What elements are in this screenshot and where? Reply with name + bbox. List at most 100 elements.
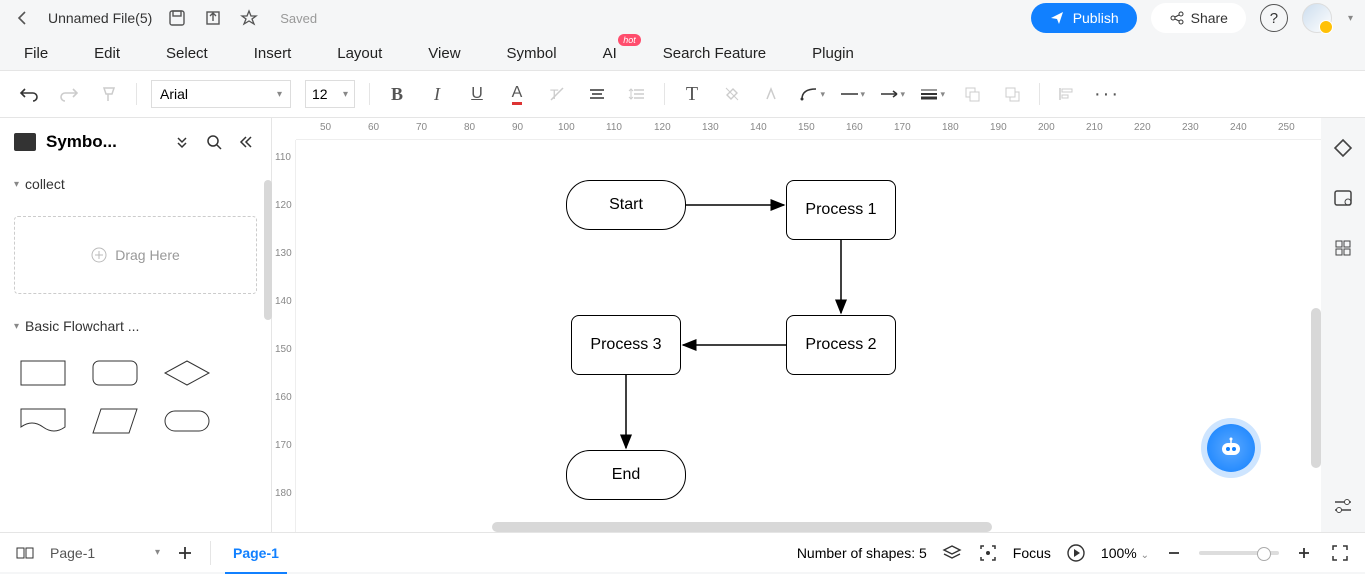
fullscreen-icon[interactable]: [1329, 542, 1351, 564]
shape-end[interactable]: End: [566, 450, 686, 500]
plus-icon: [91, 247, 107, 263]
redo-button[interactable]: [56, 81, 82, 107]
assistant-button[interactable]: [1207, 424, 1255, 472]
shape-start[interactable]: Start: [566, 180, 686, 230]
basic-flowchart-section[interactable]: Basic Flowchart ...: [14, 318, 257, 334]
menu-search-feature[interactable]: Search Feature: [663, 45, 766, 62]
vertical-ruler: 110120130140150160170180: [272, 140, 296, 532]
menu-select[interactable]: Select: [166, 45, 208, 62]
left-panel: Symbo... collect Drag Here Basic Flowcha…: [0, 118, 272, 532]
properties-panel-icon[interactable]: [1331, 186, 1355, 210]
highlight-button[interactable]: [759, 81, 785, 107]
save-icon[interactable]: [166, 7, 188, 29]
hot-badge: hot: [618, 34, 641, 46]
avatar[interactable]: [1302, 3, 1332, 33]
zoom-in-button[interactable]: [1293, 542, 1315, 564]
grid-panel-icon[interactable]: [1331, 236, 1355, 260]
add-page-button[interactable]: [174, 542, 196, 564]
back-icon[interactable]: [12, 7, 34, 29]
font-select[interactable]: Arial▾: [151, 80, 291, 108]
shape-rounded-rect[interactable]: [86, 356, 144, 390]
pages-panel-icon[interactable]: [14, 542, 36, 564]
more-options-button[interactable]: ···: [1094, 83, 1120, 106]
page-select[interactable]: Page-1▾: [50, 545, 160, 561]
align-button[interactable]: [584, 81, 610, 107]
align-objects-button[interactable]: [1054, 81, 1080, 107]
publish-icon: [1049, 10, 1065, 26]
fill-button[interactable]: [719, 81, 745, 107]
underline-button[interactable]: U: [464, 81, 490, 107]
share-button[interactable]: Share: [1151, 3, 1246, 33]
horizontal-scrollbar[interactable]: [492, 522, 992, 532]
shape-terminator[interactable]: [158, 404, 216, 438]
line-spacing-button[interactable]: [624, 81, 650, 107]
zoom-out-button[interactable]: [1163, 542, 1185, 564]
menu-insert[interactable]: Insert: [254, 45, 292, 62]
connector-button[interactable]: ▾: [799, 81, 825, 107]
line-weight-button[interactable]: ▾: [919, 81, 945, 107]
format-painter-button[interactable]: [96, 81, 122, 107]
filename[interactable]: Unnamed File(5): [48, 10, 152, 26]
share-icon: [1169, 10, 1185, 26]
italic-button[interactable]: I: [424, 81, 450, 107]
menu-plugin[interactable]: Plugin: [812, 45, 854, 62]
shape-process2[interactable]: Process 2: [786, 315, 896, 375]
undo-button[interactable]: [16, 81, 42, 107]
bring-front-button[interactable]: [999, 81, 1025, 107]
font-size-select[interactable]: 12▾: [305, 80, 355, 108]
divider: [136, 83, 137, 105]
title-bar: Unnamed File(5) Saved Publish Share ? ▾: [0, 0, 1365, 36]
shape-count: Number of shapes: 5: [797, 545, 927, 561]
search-icon[interactable]: [203, 131, 225, 153]
menu-edit[interactable]: Edit: [94, 45, 120, 62]
drag-here-zone[interactable]: Drag Here: [14, 216, 257, 294]
shape-diamond[interactable]: [158, 356, 216, 390]
expand-down-icon[interactable]: [171, 131, 193, 153]
menu-symbol[interactable]: Symbol: [507, 45, 557, 62]
menu-bar: File Edit Select Insert Layout View Symb…: [0, 36, 1365, 70]
publish-button[interactable]: Publish: [1031, 3, 1137, 33]
star-icon[interactable]: [238, 7, 260, 29]
export-icon[interactable]: [202, 7, 224, 29]
layers-icon[interactable]: [941, 542, 963, 564]
share-label: Share: [1191, 10, 1228, 26]
menu-view[interactable]: View: [428, 45, 460, 62]
right-toolbar: [1321, 118, 1365, 532]
focus-label[interactable]: Focus: [1013, 545, 1051, 561]
canvas[interactable]: Start Process 1 Process 2 Process 3 End: [296, 140, 1321, 532]
collect-section[interactable]: collect: [14, 176, 257, 192]
zoom-level[interactable]: 100% ⌄: [1101, 545, 1149, 561]
menu-ai[interactable]: AIhot: [603, 45, 617, 62]
focus-icon[interactable]: [977, 542, 999, 564]
left-scrollbar[interactable]: [264, 180, 272, 320]
clear-format-button[interactable]: T: [544, 81, 570, 107]
collapse-panel-icon[interactable]: [235, 131, 257, 153]
send-back-button[interactable]: [959, 81, 985, 107]
help-button[interactable]: ?: [1260, 4, 1288, 32]
settings-panel-icon[interactable]: [1331, 494, 1355, 518]
status-bar: Page-1▾ Page-1 Number of shapes: 5 Focus…: [0, 532, 1365, 572]
zoom-slider[interactable]: [1199, 551, 1279, 555]
divider: [664, 83, 665, 105]
shape-process3[interactable]: Process 3: [571, 315, 681, 375]
shape-process1[interactable]: Process 1: [786, 180, 896, 240]
text-tool-button[interactable]: T: [679, 81, 705, 107]
arrow-style-button[interactable]: ▾: [879, 81, 905, 107]
shape-parallelogram[interactable]: [86, 404, 144, 438]
menu-file[interactable]: File: [24, 45, 48, 62]
avatar-caret-icon[interactable]: ▾: [1348, 13, 1353, 24]
style-panel-icon[interactable]: [1331, 136, 1355, 160]
font-color-button[interactable]: A: [504, 81, 530, 107]
divider: [369, 83, 370, 105]
menu-layout[interactable]: Layout: [337, 45, 382, 62]
vertical-scrollbar[interactable]: [1311, 308, 1321, 468]
line-style-button[interactable]: ▾: [839, 81, 865, 107]
toolbar: Arial▾ 12▾ B I U A T T ▾ ▾ ▾ ▾ ···: [0, 70, 1365, 118]
shape-document[interactable]: [14, 404, 72, 438]
panel-title: Symbo...: [46, 132, 161, 152]
play-icon[interactable]: [1065, 542, 1087, 564]
bold-button[interactable]: B: [384, 81, 410, 107]
page-tab[interactable]: Page-1: [225, 541, 287, 565]
shape-rectangle[interactable]: [14, 356, 72, 390]
divider: [1039, 83, 1040, 105]
